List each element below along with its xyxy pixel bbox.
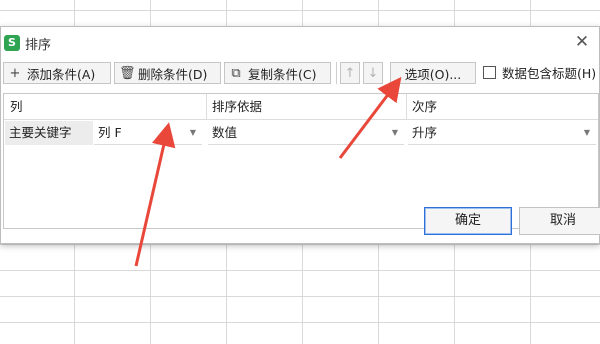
copy-icon: ⧉ — [231, 65, 241, 81]
primary-key-label: 主要关键字 — [5, 121, 93, 145]
sort-condition-row: 主要关键字 列 F ▼ 数值 ▼ 升序 ▼ — [4, 121, 598, 145]
column-header-order: 次序 — [412, 99, 438, 114]
sort-order-select[interactable]: 升序 ▼ — [408, 121, 596, 145]
arrow-up-icon: ↑ — [344, 65, 356, 81]
close-icon[interactable]: ✕ — [573, 31, 591, 53]
chevron-down-icon: ▼ — [391, 128, 398, 137]
copy-condition-button[interactable]: ⧉ 复制条件(C) — [224, 62, 331, 84]
column-header-basis: 排序依据 — [212, 99, 263, 114]
dialog-titlebar: S 排序 ✕ — [1, 27, 599, 57]
delete-condition-label: 删除条件(D) — [138, 66, 208, 82]
toolbar-separator — [336, 62, 337, 84]
options-button[interactable]: 选项(O)... — [390, 62, 476, 84]
column-select-value: 列 F — [98, 125, 122, 140]
header-checkbox[interactable] — [483, 66, 496, 79]
sort-toolbar: + 添加条件(A) 🗑 删除条件(D) ⧉ 复制条件(C) ↑ ↓ 选项(O).… — [3, 62, 599, 86]
cancel-button[interactable]: 取消 — [519, 207, 600, 235]
arrow-down-icon: ↓ — [367, 65, 379, 81]
wps-spreadsheet-icon: S — [4, 35, 20, 51]
sort-order-value: 升序 — [412, 125, 438, 140]
chevron-down-icon: ▼ — [189, 128, 196, 137]
move-down-button[interactable]: ↓ — [363, 62, 383, 84]
header-checkbox-label: 数据包含标题(H) — [502, 66, 597, 81]
options-label: 选项(O)... — [404, 66, 462, 82]
move-up-button[interactable]: ↑ — [340, 62, 360, 84]
ok-button[interactable]: 确定 — [424, 207, 512, 235]
sort-basis-value: 数值 — [212, 125, 238, 140]
column-select[interactable]: 列 F ▼ — [94, 121, 202, 145]
column-header-column: 列 — [10, 99, 23, 114]
plus-icon: + — [9, 65, 21, 81]
trash-icon: 🗑 — [119, 65, 136, 81]
copy-condition-label: 复制条件(C) — [248, 66, 317, 82]
add-condition-button[interactable]: + 添加条件(A) — [3, 62, 111, 84]
header-checkbox-row[interactable]: 数据包含标题(H) — [483, 63, 596, 82]
delete-condition-button[interactable]: 🗑 删除条件(D) — [114, 62, 221, 84]
header-underline — [4, 119, 598, 120]
add-condition-label: 添加条件(A) — [27, 66, 96, 82]
sort-basis-select[interactable]: 数值 ▼ — [208, 121, 404, 145]
dialog-title: 排序 — [25, 38, 52, 53]
sort-dialog: S 排序 ✕ + 添加条件(A) 🗑 删除条件(D) ⧉ 复制条件(C) ↑ ↓… — [0, 26, 600, 244]
chevron-down-icon: ▼ — [583, 128, 590, 137]
